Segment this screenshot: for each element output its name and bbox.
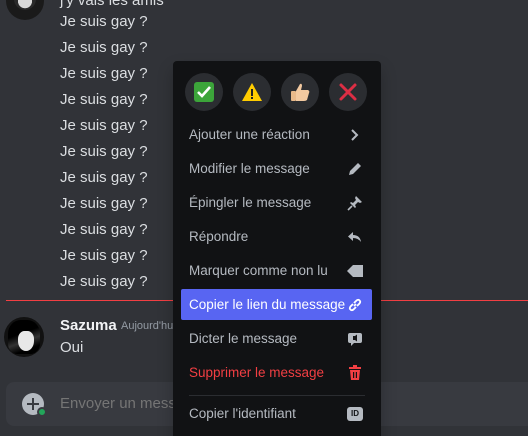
white-check-mark-icon[interactable] bbox=[185, 73, 223, 111]
reply-icon bbox=[346, 228, 364, 246]
avatar[interactable] bbox=[4, 317, 44, 357]
message-text: Je suis gay ? bbox=[60, 221, 148, 238]
menu-item-label: Copier l'identifiant bbox=[189, 406, 296, 421]
message-text: Je suis gay ? bbox=[60, 65, 148, 82]
menu-item-pin-message[interactable]: Épingler le message bbox=[181, 187, 372, 218]
menu-item-label: Supprimer le message bbox=[189, 365, 325, 380]
pencil-icon bbox=[346, 160, 364, 178]
speech-icon bbox=[346, 330, 364, 348]
menu-separator bbox=[189, 395, 365, 396]
warning-icon[interactable] bbox=[233, 73, 271, 111]
message-text: Je suis gay ? bbox=[60, 247, 148, 264]
message-timestamp: Aujourd'hui bbox=[121, 320, 176, 332]
message-text: Je suis gay ? bbox=[60, 91, 148, 108]
message-text: Je suis gay ? bbox=[60, 117, 148, 134]
cross-mark-icon[interactable] bbox=[329, 73, 367, 111]
menu-item-reply[interactable]: Répondre bbox=[181, 221, 372, 252]
menu-item-label: Épingler le message bbox=[189, 195, 312, 210]
menu-item-label: Modifier le message bbox=[189, 161, 310, 176]
message-text: Je suis gay ? bbox=[60, 195, 148, 212]
menu-item-label: Marquer comme non lu bbox=[189, 263, 328, 278]
message-text: Je suis gay ? bbox=[60, 273, 148, 290]
menu-item-label: Ajouter une réaction bbox=[189, 127, 310, 142]
menu-item-copy-id[interactable]: Copier l'identifiant ID bbox=[181, 398, 372, 429]
thumbs-up-icon[interactable] bbox=[281, 73, 319, 111]
menu-item-label: Dicter le message bbox=[189, 331, 298, 346]
message-text: Je suis gay ? bbox=[60, 143, 148, 160]
message-text: Je suis gay ? bbox=[60, 169, 148, 186]
message-context-menu: Ajouter une réaction Modifier le message… bbox=[173, 61, 381, 436]
id-icon: ID bbox=[346, 405, 364, 423]
trash-icon bbox=[346, 364, 364, 382]
menu-item-copy-message-link[interactable]: Copier le lien du message bbox=[181, 289, 372, 320]
menu-item-add-reaction[interactable]: Ajouter une réaction bbox=[181, 119, 372, 150]
pin-icon bbox=[346, 194, 364, 212]
author-name[interactable]: Sazuma bbox=[60, 317, 117, 334]
online-status-icon bbox=[37, 407, 47, 417]
chevron-right-icon bbox=[346, 126, 364, 144]
message-text: Oui bbox=[60, 339, 84, 356]
menu-item-label: Copier le lien du message bbox=[189, 297, 346, 312]
menu-item-speak-message[interactable]: Dicter le message bbox=[181, 323, 372, 354]
message-text: j'y vais les amis bbox=[60, 0, 164, 9]
menu-item-mark-unread[interactable]: Marquer comme non lu bbox=[181, 255, 372, 286]
menu-item-label: Répondre bbox=[189, 229, 249, 244]
id-badge: ID bbox=[347, 406, 363, 421]
link-icon bbox=[346, 296, 364, 314]
menu-item-edit-message[interactable]: Modifier le message bbox=[181, 153, 372, 184]
message-text: Je suis gay ? bbox=[60, 39, 148, 56]
menu-item-delete-message[interactable]: Supprimer le message bbox=[181, 357, 372, 388]
avatar[interactable] bbox=[6, 0, 44, 20]
unread-flag-icon bbox=[346, 262, 364, 280]
message-text: Je suis gay ? bbox=[60, 13, 148, 30]
quick-reactions bbox=[185, 73, 367, 111]
message-input[interactable] bbox=[60, 395, 180, 412]
